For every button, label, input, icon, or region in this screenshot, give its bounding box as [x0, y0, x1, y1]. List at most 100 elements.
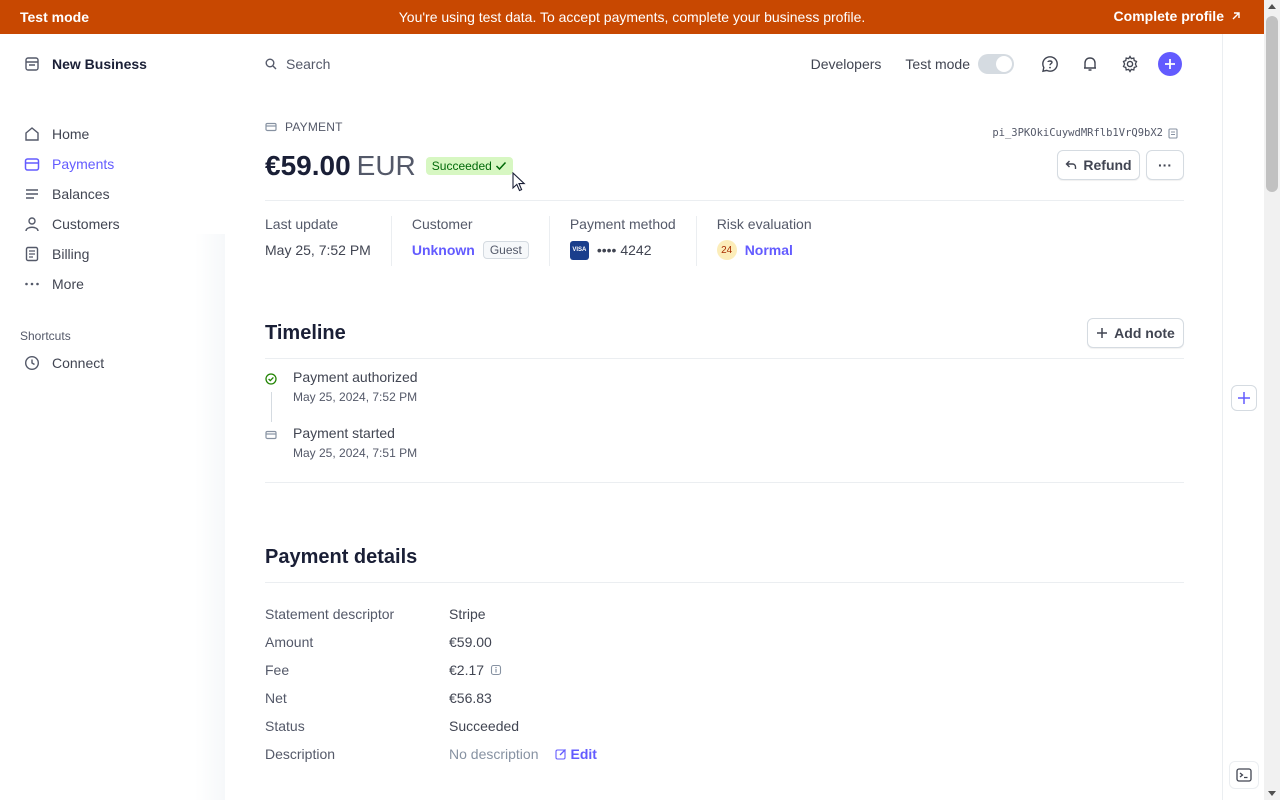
edit-icon	[554, 749, 566, 760]
search-input[interactable]: Search	[265, 56, 330, 72]
shell-button[interactable]	[1229, 761, 1259, 789]
card-last4: •••• 4242	[596, 242, 652, 258]
business-switcher[interactable]: New Business	[24, 56, 147, 72]
divider	[265, 582, 1184, 583]
terminal-icon	[1236, 768, 1252, 782]
timeline-heading: Timeline	[265, 322, 346, 344]
detail-row: Net €56.83	[265, 684, 597, 712]
sidebar-item-customers[interactable]: Customers	[24, 209, 120, 239]
timeline-event: Payment authorized May 25, 2024, 7:52 PM	[265, 369, 418, 404]
shortcut-connect[interactable]: Connect	[24, 348, 104, 378]
timeline-event-time: May 25, 2024, 7:52 PM	[293, 390, 418, 404]
scroll-up-arrow-icon[interactable]	[1268, 4, 1276, 9]
create-button[interactable]	[1158, 52, 1182, 76]
payment-id[interactable]: pi_3PKOkiCuywdMRflb1VrQ9bX2	[992, 127, 1178, 139]
shortcuts-heading: Shortcuts	[20, 329, 71, 343]
page-scrollbar[interactable]	[1264, 0, 1280, 800]
store-icon	[25, 57, 39, 71]
sidebar-item-billing[interactable]: Billing	[24, 239, 120, 269]
detail-row: Amount €59.00	[265, 628, 597, 656]
payment-id-text: pi_3PKOkiCuywdMRflb1VrQ9bX2	[992, 127, 1163, 139]
summary-risk: Risk evaluation 24 Normal	[716, 216, 832, 266]
detail-row: Status Succeeded	[265, 712, 597, 740]
divider	[265, 482, 1184, 483]
summary-label: Risk evaluation	[716, 216, 812, 232]
sidebar-item-home[interactable]: Home	[24, 119, 120, 149]
payment-amount: €59.00	[265, 150, 351, 181]
test-mode-toggle[interactable]	[978, 54, 1014, 74]
edit-label: Edit	[570, 746, 597, 762]
detail-label: Description	[265, 746, 336, 762]
bell-icon	[1084, 57, 1096, 71]
detail-label: Amount	[265, 634, 314, 650]
scroll-down-arrow-icon[interactable]	[1268, 791, 1276, 796]
payment-icon	[265, 122, 277, 132]
sidebar: New Business Home Payments Balances Cust…	[0, 34, 225, 800]
detail-row: Fee €2.17	[265, 656, 597, 684]
add-note-button[interactable]: Add note	[1087, 318, 1184, 348]
developers-link[interactable]: Developers	[811, 56, 882, 72]
check-circle-icon	[265, 373, 277, 385]
sidebar-item-label: Customers	[52, 216, 120, 232]
rail-add-button[interactable]	[1231, 385, 1257, 411]
payment-icon	[265, 430, 277, 440]
summary-last-update: Last update May 25, 7:52 PM	[265, 216, 392, 266]
customer-link[interactable]: Unknown	[412, 242, 475, 258]
more-actions-label: ···	[1158, 157, 1172, 173]
complete-profile-link[interactable]: Complete profile	[1114, 8, 1242, 24]
home-icon	[25, 127, 39, 141]
test-mode-label: Test mode	[905, 56, 970, 72]
payment-summary: Last update May 25, 7:52 PM Customer Unk…	[265, 216, 852, 266]
summary-label: Last update	[265, 216, 339, 232]
person-icon	[25, 217, 39, 232]
summary-payment-method: Payment method VISA •••• 4242	[569, 216, 697, 266]
edit-description-button[interactable]: Edit	[554, 746, 597, 762]
object-kind-label: PAYMENT	[285, 120, 343, 134]
shortcut-label: Connect	[52, 355, 105, 371]
sidebar-item-label: Balances	[52, 186, 110, 202]
summary-customer: Customer Unknown Guest	[412, 216, 550, 266]
sidebar-item-more[interactable]: More	[24, 269, 120, 299]
scrollbar-thumb[interactable]	[1266, 16, 1278, 192]
sidebar-item-label: Payments	[52, 156, 115, 172]
copy-icon	[1168, 128, 1178, 139]
risk-level-link[interactable]: Normal	[745, 242, 793, 258]
right-rail	[1222, 34, 1264, 800]
object-kind: PAYMENT	[265, 120, 343, 134]
detail-label: Fee	[265, 662, 290, 678]
detail-value: Succeeded	[449, 718, 520, 734]
timeline-event: Payment started May 25, 2024, 7:51 PM	[265, 425, 417, 460]
banner-message: You're using test data. To accept paymen…	[398, 9, 866, 25]
timeline-event-time: May 25, 2024, 7:51 PM	[293, 446, 418, 460]
refund-button-label: Refund	[1083, 157, 1132, 173]
detail-value: €59.00	[449, 634, 492, 650]
payment-currency: EUR	[356, 150, 416, 181]
summary-value: May 25, 7:52 PM	[265, 242, 371, 258]
sidebar-item-payments[interactable]: Payments	[24, 149, 120, 179]
payment-details-list: Statement descriptor Stripe Amount €59.0…	[265, 600, 597, 768]
refund-button[interactable]: Refund	[1057, 150, 1140, 180]
sidebar-item-label: Billing	[52, 246, 90, 262]
detail-value: No description	[449, 746, 539, 762]
detail-value: €56.83	[449, 690, 492, 706]
timeline-event-title: Payment authorized	[293, 369, 418, 385]
refund-arrow-icon	[1065, 160, 1077, 169]
summary-label: Customer	[411, 216, 473, 232]
help-button[interactable]	[1038, 52, 1062, 76]
detail-row: Statement descriptor Stripe	[265, 600, 597, 628]
plus-icon	[1238, 392, 1250, 404]
topbar-actions: Developers Test mode	[811, 52, 1182, 76]
info-icon[interactable]	[490, 664, 502, 676]
sidebar-item-balances[interactable]: Balances	[24, 179, 120, 209]
divider	[265, 358, 1184, 359]
arrow-up-right-icon	[1232, 12, 1240, 20]
detail-row: Description No description Edit	[265, 740, 597, 768]
more-dots-icon	[25, 282, 39, 286]
more-actions-button[interactable]: ···	[1146, 150, 1184, 180]
clock-icon	[24, 355, 40, 371]
sidebar-nav: Home Payments Balances Customers Billing…	[24, 119, 120, 299]
summary-label: Payment method	[569, 216, 676, 232]
detail-label: Statement descriptor	[265, 606, 395, 622]
settings-button[interactable]	[1118, 52, 1142, 76]
notifications-button[interactable]	[1078, 52, 1102, 76]
